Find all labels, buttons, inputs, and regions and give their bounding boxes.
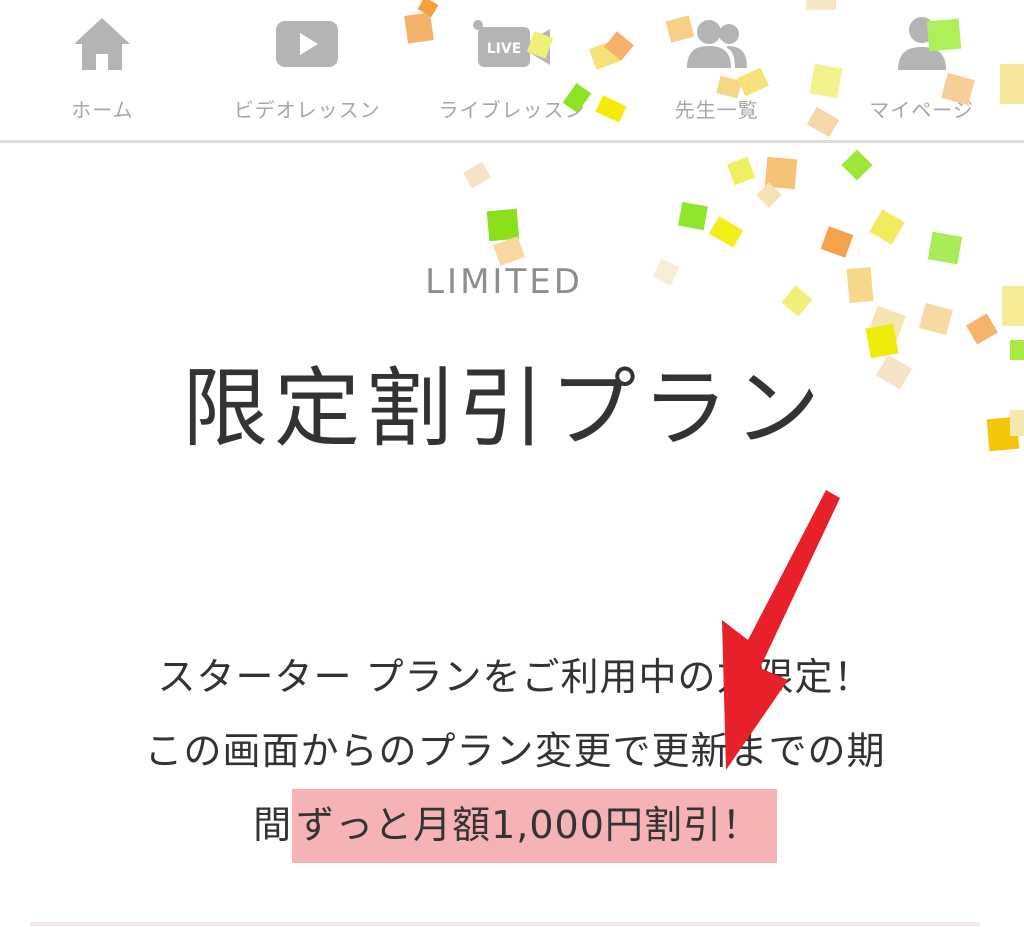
- nav-label-home: ホーム: [71, 98, 134, 122]
- description-line-1: スターター プランをご利用中の方限定！: [157, 655, 873, 699]
- home-icon: [72, 0, 132, 88]
- page-title: 限定割引プラン: [182, 359, 826, 459]
- live-camera-icon: LIVE: [472, 0, 552, 88]
- nav-label-mypage: マイページ: [869, 98, 974, 122]
- nav-item-live-lessons[interactable]: LIVE ライブレッスン: [412, 0, 612, 123]
- screen: ホーム ビデオレッスン LIVE ライブレッスン 先生一覧 マイページ LIMI…: [0, 0, 1024, 927]
- plan-description: スターター プランをご利用中の方限定！ この画面からのプラン変更で更新までの期 …: [60, 640, 970, 863]
- nav-item-teachers[interactable]: 先生一覧: [617, 0, 817, 123]
- nav-label-teachers: 先生一覧: [674, 98, 759, 122]
- nav-label-live-lessons: ライブレッスン: [438, 98, 586, 122]
- limited-kicker: LIMITED: [425, 262, 583, 302]
- nav-item-video-lessons[interactable]: ビデオレッスン: [207, 0, 407, 123]
- description-line-3: 間ずっと月額1,000円割引！: [60, 788, 970, 863]
- section-divider: [30, 922, 980, 926]
- nav-item-home[interactable]: ホーム: [2, 0, 202, 123]
- main-navigation: ホーム ビデオレッスン LIVE ライブレッスン 先生一覧 マイページ: [0, 0, 1024, 143]
- teachers-icon: [685, 0, 749, 88]
- person-icon: [896, 0, 948, 88]
- discount-highlight: ずっと月額1,000円割引！: [292, 789, 777, 863]
- nav-label-video-lessons: ビデオレッスン: [233, 98, 381, 122]
- nav-item-mypage[interactable]: マイページ: [822, 0, 1022, 123]
- play-icon: [276, 0, 339, 88]
- description-line-2: この画面からのプラン変更で更新までの期: [144, 729, 886, 773]
- description-line-3-prefix: 間: [253, 803, 293, 847]
- live-badge-text: LIVE: [487, 41, 522, 57]
